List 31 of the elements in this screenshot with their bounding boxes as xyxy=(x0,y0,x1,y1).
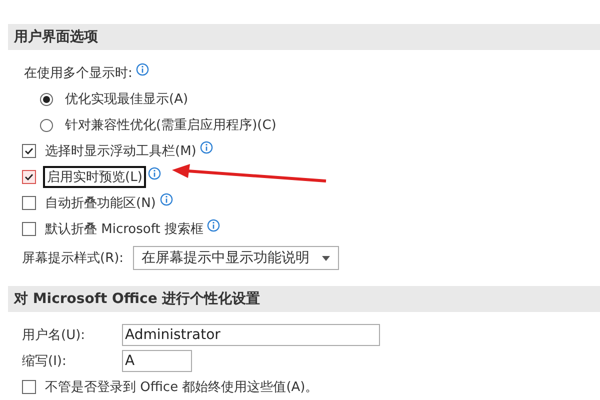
checkbox[interactable] xyxy=(22,196,36,210)
check-icon xyxy=(24,172,34,182)
checkbox-label: 不管是否登录到 Office 都始终使用这些值(A)。 xyxy=(44,379,320,397)
section-header: 对 Microsoft Office 进行个性化设置 xyxy=(8,286,600,312)
info-icon[interactable] xyxy=(148,166,162,180)
caret-icon xyxy=(322,256,330,260)
text-field[interactable]: A xyxy=(122,350,192,372)
radio-label: 优化实现最佳显示(A) xyxy=(64,91,190,109)
checkbox[interactable] xyxy=(22,380,36,394)
checkbox-label: 默认折叠 Microsoft 搜索框 xyxy=(44,221,204,239)
info-icon[interactable] xyxy=(160,192,173,206)
info-icon[interactable] xyxy=(136,62,150,76)
dropdown-label: 屏幕提示样式(R): xyxy=(22,250,124,267)
checkbox-label: 选择时显示浮动工具栏(M) xyxy=(44,143,198,161)
info-icon[interactable] xyxy=(207,218,220,232)
checkbox[interactable] xyxy=(22,144,36,158)
info-icon[interactable] xyxy=(200,140,214,154)
checkbox[interactable] xyxy=(22,170,36,184)
text-field[interactable]: Administrator xyxy=(122,324,380,346)
radio-label: 针对兼容性优化(需重启应用程序)(C) xyxy=(64,117,278,135)
checkbox-label: 自动折叠功能区(N) xyxy=(44,195,157,213)
dropdown[interactable]: 在屏幕提示中显示功能说明 xyxy=(132,246,339,270)
option-label: 在使用多个显示时: xyxy=(23,65,134,83)
checkbox[interactable] xyxy=(22,222,36,236)
checkbox-label: 启用实时预览(L) xyxy=(43,166,146,188)
radio-button[interactable] xyxy=(40,92,53,106)
field-label: 用户名(U): xyxy=(22,327,86,344)
section-header: 用户界面选项 xyxy=(8,24,600,50)
field-label: 缩写(I): xyxy=(22,353,68,370)
check-icon xyxy=(24,146,34,156)
radio-button[interactable] xyxy=(40,118,53,132)
